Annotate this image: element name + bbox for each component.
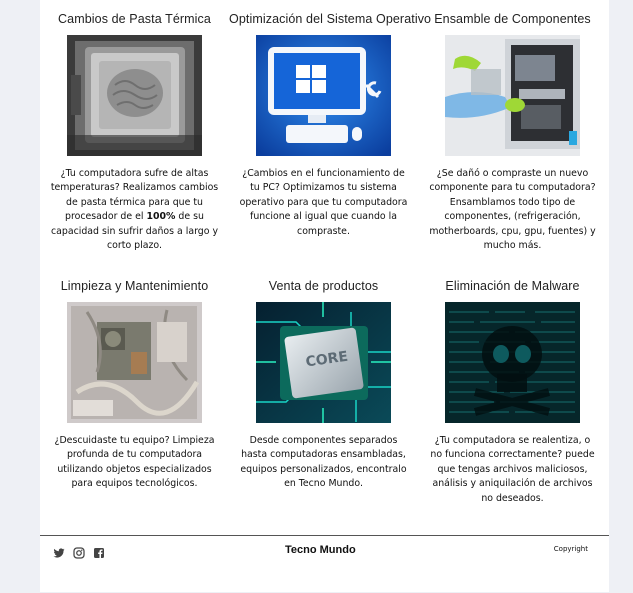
- intel-core-chip-image: CORE: [256, 302, 391, 423]
- service-description: ¿Tu computadora se realentiza, o no func…: [430, 435, 595, 504]
- service-description: ¿Tu computadora sufre de altas temperatu…: [50, 168, 219, 252]
- service-description: ¿Descuidaste tu equipo? Limpieza profund…: [54, 435, 215, 490]
- twitter-icon[interactable]: [53, 546, 65, 558]
- malware-skull-image: [445, 302, 580, 423]
- service-description: Desde componentes separados hasta comput…: [240, 435, 407, 490]
- service-title: Cambios de Pasta Térmica: [58, 12, 211, 26]
- service-description: ¿Se dañó o compraste un nuevo componente…: [429, 168, 596, 252]
- service-card-malware: Eliminación de Malware ¿Tu computadora s…: [418, 276, 607, 506]
- service-card-cleaning: Limpieza y Mantenimiento ¿Descuidaste tu…: [40, 276, 229, 492]
- service-title: Venta de productos: [268, 279, 379, 293]
- footer: Tecno Mundo Copyright: [40, 535, 609, 593]
- service-card-assembly: Ensamble de Componentes ¿Se dañó o compr…: [418, 9, 607, 253]
- instagram-icon[interactable]: [73, 546, 85, 559]
- social-links: [53, 546, 105, 559]
- facebook-icon[interactable]: [93, 546, 105, 558]
- highlight-100: 100%: [146, 211, 176, 223]
- service-title: Limpieza y Mantenimiento: [60, 279, 209, 293]
- cpu-thermal-paste-image: [67, 35, 202, 156]
- service-title: Ensamble de Componentes: [434, 12, 591, 26]
- service-card-thermal-paste: Cambios de Pasta Térmica ¿Tu computadora…: [40, 9, 229, 253]
- service-title: Eliminación de Malware: [445, 279, 580, 293]
- dusty-pc-interior-image: [67, 302, 202, 423]
- service-title: Optimización del Sistema Operativo: [229, 12, 432, 26]
- footer-brand: Tecno Mundo: [285, 544, 356, 556]
- service-description: ¿Cambios en el funcionamiento de tu PC? …: [239, 168, 408, 237]
- service-card-os-optimization: Optimización del Sistema Operativo ¿Camb…: [229, 9, 432, 239]
- service-card-products: Venta de productos CORE Desde componente…: [229, 276, 418, 492]
- windows-os-image: [256, 35, 391, 156]
- page: Cambios de Pasta Térmica ¿Tu computadora…: [40, 0, 609, 592]
- footer-copyright: Copyright: [553, 545, 588, 553]
- pc-assembly-image: [445, 35, 580, 156]
